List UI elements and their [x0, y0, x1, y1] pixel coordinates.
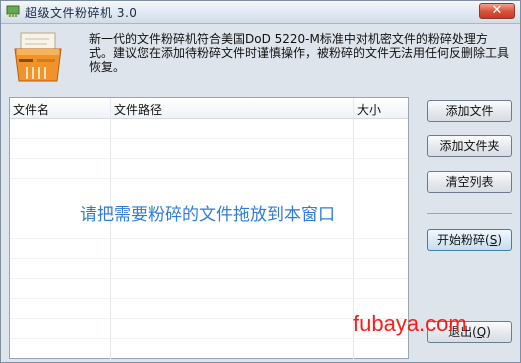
grid-line — [10, 178, 408, 179]
grid-line — [10, 238, 408, 239]
button-separator — [427, 213, 512, 214]
start-shred-button[interactable]: 开始粉碎(S) — [427, 229, 512, 251]
grid-line — [10, 298, 408, 299]
description-text: 新一代的文件粉碎机符合美国DoD 5220-M标准中对机密文件的粉碎处理方式。建… — [89, 32, 510, 74]
grid-line — [10, 278, 408, 279]
shredder-icon — [14, 32, 62, 82]
app-icon — [6, 5, 20, 17]
watermark-text: fubaya.com — [353, 311, 467, 336]
start-shred-label-end: ) — [497, 233, 502, 247]
exit-hotkey: Q — [476, 325, 487, 339]
list-header: 文件名 文件路径 大小 — [10, 98, 408, 119]
grid-line — [10, 338, 408, 339]
column-header-size[interactable]: 大小 — [357, 101, 381, 118]
title-bar[interactable]: 超级文件粉碎机 3.0 ✕ — [1, 1, 520, 24]
file-list[interactable]: 文件名 文件路径 大小 请把需要粉碎的文件拖放到本窗口 — [9, 97, 409, 361]
add-file-button[interactable]: 添加文件 — [427, 100, 512, 122]
start-shred-label: 开始粉碎( — [437, 233, 490, 247]
column-header-name[interactable]: 文件名 — [13, 101, 49, 118]
add-file-label: 添加文件 — [445, 104, 494, 118]
grid-line — [10, 318, 408, 319]
app-window: 超级文件粉碎机 3.0 ✕ 新一代的文件粉碎机符合美国DoD 5220-M标准中… — [0, 0, 521, 363]
window-title: 超级文件粉碎机 3.0 — [25, 6, 138, 20]
drop-hint: 请把需要粉碎的文件拖放到本窗口 — [80, 205, 335, 225]
clear-list-label: 清空列表 — [445, 175, 494, 189]
column-header-path[interactable]: 文件路径 — [114, 101, 162, 118]
grid-line — [10, 138, 408, 139]
grid-line — [10, 258, 408, 259]
close-icon: ✕ — [491, 3, 503, 18]
exit-label-end: ) — [486, 325, 491, 339]
clear-list-button[interactable]: 清空列表 — [427, 171, 512, 193]
close-button[interactable]: ✕ — [479, 3, 515, 19]
grid-line — [10, 158, 408, 159]
add-folder-label: 添加文件夹 — [439, 139, 500, 153]
add-folder-button[interactable]: 添加文件夹 — [427, 135, 512, 157]
